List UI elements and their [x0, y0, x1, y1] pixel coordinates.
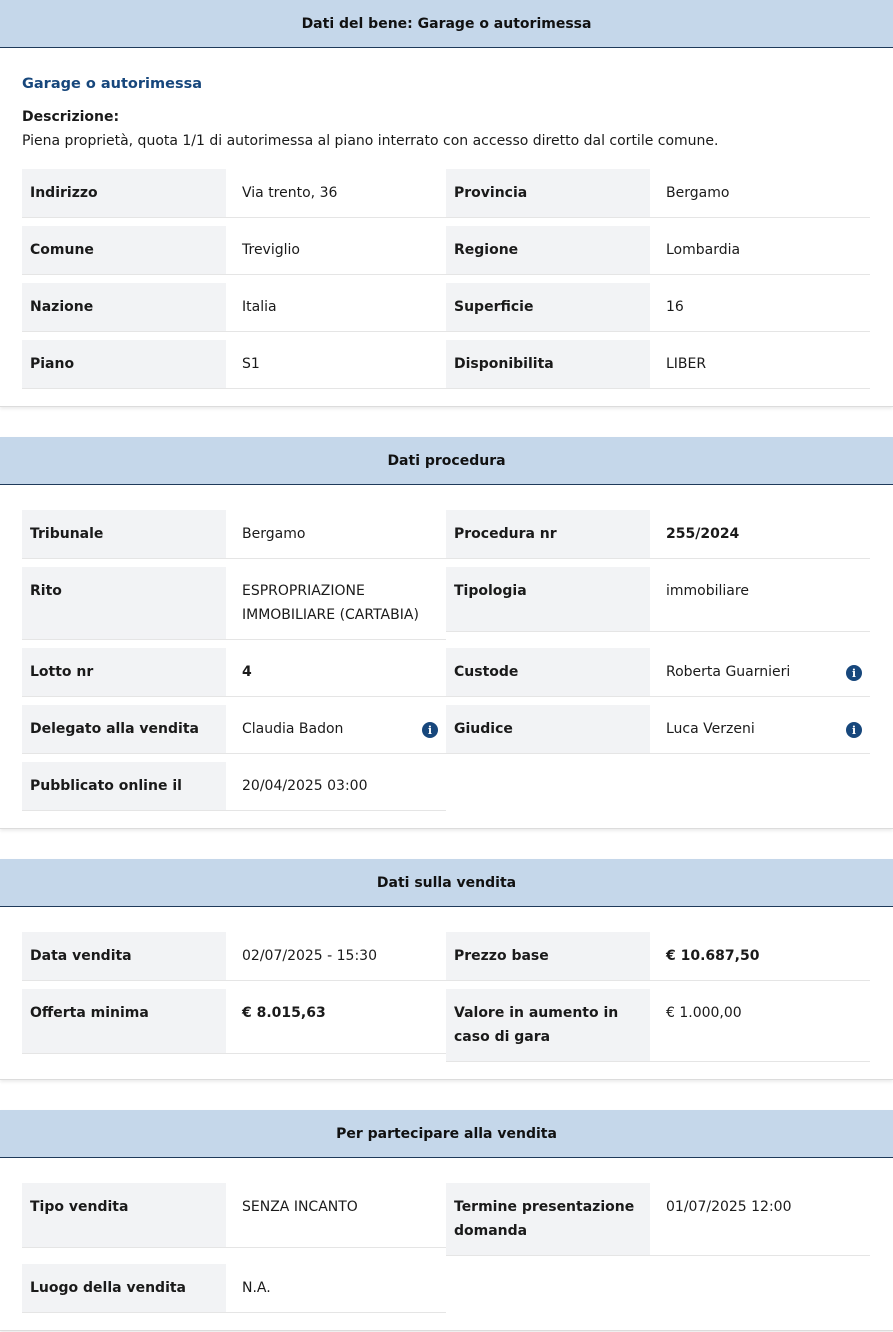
field-value: Italia	[242, 299, 277, 315]
section-dati-bene: Dati del bene: Garage o autorimessa Gara…	[0, 0, 893, 407]
field-luogo: Luogo della vendita N.A.	[22, 1264, 446, 1313]
field-indirizzo: Indirizzo Via trento, 36	[22, 169, 446, 218]
field-label: Luogo della vendita	[22, 1264, 226, 1312]
section-dati-vendita: Dati sulla vendita Data vendita 02/07/20…	[0, 859, 893, 1080]
field-prezzo-base: Prezzo base € 10.687,50	[446, 932, 870, 981]
field-value: 255/2024	[666, 526, 740, 542]
field-disponibilita: Disponibilita LIBER	[446, 340, 870, 389]
field-lotto-nr: Lotto nr 4	[22, 648, 446, 697]
field-value: 4	[242, 664, 252, 680]
field-value: Bergamo	[242, 526, 306, 542]
field-label: Valore in aumento in caso di gara	[446, 989, 650, 1061]
field-tipologia: Tipologia immobiliare	[446, 567, 870, 632]
field-label: Offerta minima	[22, 989, 226, 1053]
field-value: Roberta Guarnieri	[666, 664, 791, 680]
field-tribunale: Tribunale Bergamo	[22, 510, 446, 559]
field-label: Custode	[446, 648, 650, 696]
field-label: Prezzo base	[446, 932, 650, 980]
property-type-title: Garage o autorimessa	[22, 76, 203, 92]
field-value: N.A.	[242, 1280, 271, 1296]
field-label: Data vendita	[22, 932, 226, 980]
field-label: Pubblicato online il	[22, 762, 226, 810]
field-value-wrap: Luca Verzeni i	[650, 705, 870, 753]
info-icon[interactable]: i	[422, 722, 438, 738]
field-label: Regione	[446, 226, 650, 274]
info-icon[interactable]: i	[846, 722, 862, 738]
field-data-vendita: Data vendita 02/07/2025 - 15:30	[22, 932, 446, 981]
field-superficie: Superficie 16	[446, 283, 870, 332]
field-label: Procedura nr	[446, 510, 650, 558]
field-label: Lotto nr	[22, 648, 226, 696]
field-value-wrap: Roberta Guarnieri i	[650, 648, 870, 696]
field-procedura-nr: Procedura nr 255/2024	[446, 510, 870, 559]
field-tipo-vendita: Tipo vendita SENZA INCANTO	[22, 1183, 446, 1248]
field-value: € 10.687,50	[666, 948, 760, 964]
field-value-wrap: Claudia Badon i	[226, 705, 446, 753]
field-giudice: Giudice Luca Verzeni i	[446, 705, 870, 754]
field-label: Superficie	[446, 283, 650, 331]
field-custode: Custode Roberta Guarnieri i	[446, 648, 870, 697]
field-label: Rito	[22, 567, 226, 639]
field-nazione: Nazione Italia	[22, 283, 446, 332]
field-value: Via trento, 36	[242, 185, 338, 201]
field-piano: Piano S1	[22, 340, 446, 389]
field-value: Luca Verzeni	[666, 721, 755, 737]
section-title: Per partecipare alla vendita	[0, 1110, 893, 1158]
field-value: LIBER	[666, 356, 707, 372]
field-pubblicato: Pubblicato online il 20/04/2025 03:00	[22, 762, 446, 811]
field-label: Provincia	[446, 169, 650, 217]
field-label: Giudice	[446, 705, 650, 753]
field-delegato: Delegato alla vendita Claudia Badon i	[22, 705, 446, 754]
field-termine: Termine presentazione domanda 01/07/2025…	[446, 1183, 870, 1256]
field-value: € 1.000,00	[666, 1005, 742, 1021]
description-label: Descrizione:	[22, 109, 120, 125]
field-label: Disponibilita	[446, 340, 650, 388]
field-value: € 8.015,63	[242, 1005, 326, 1021]
field-valore-aumento: Valore in aumento in caso di gara € 1.00…	[446, 989, 870, 1062]
field-value: 16	[666, 299, 684, 315]
field-value: Treviglio	[242, 242, 300, 258]
field-rito: Rito ESPROPRIAZIONE IMMOBILIARE (CARTABI…	[22, 567, 446, 640]
field-value: 01/07/2025 12:00	[666, 1199, 792, 1215]
field-label: Piano	[22, 340, 226, 388]
section-title: Dati procedura	[0, 437, 893, 485]
field-regione: Regione Lombardia	[446, 226, 870, 275]
field-label: Tipologia	[446, 567, 650, 631]
field-value: 20/04/2025 03:00	[242, 778, 368, 794]
section-partecipare: Per partecipare alla vendita Tipo vendit…	[0, 1110, 893, 1331]
field-value: ESPROPRIAZIONE IMMOBILIARE (CARTABIA)	[242, 583, 419, 623]
field-label: Delegato alla vendita	[22, 705, 226, 753]
field-value: immobiliare	[666, 583, 749, 599]
field-label: Termine presentazione domanda	[446, 1183, 650, 1255]
field-comune: Comune Treviglio	[22, 226, 446, 275]
field-label: Tipo vendita	[22, 1183, 226, 1247]
field-value: Lombardia	[666, 242, 741, 258]
field-value: SENZA INCANTO	[242, 1199, 358, 1215]
section-title: Dati sulla vendita	[0, 859, 893, 907]
field-value: Claudia Badon	[242, 721, 344, 737]
field-provincia: Provincia Bergamo	[446, 169, 870, 218]
field-value: S1	[242, 356, 260, 372]
field-value: Bergamo	[666, 185, 730, 201]
section-dati-procedura: Dati procedura Tribunale Bergamo Procedu…	[0, 437, 893, 829]
field-label: Comune	[22, 226, 226, 274]
field-label: Nazione	[22, 283, 226, 331]
info-icon[interactable]: i	[846, 665, 862, 681]
field-value: 02/07/2025 - 15:30	[242, 948, 377, 964]
field-label: Indirizzo	[22, 169, 226, 217]
field-offerta-minima: Offerta minima € 8.015,63	[22, 989, 446, 1054]
description-text: Piena proprietà, quota 1/1 di autorimess…	[22, 133, 719, 149]
field-label: Tribunale	[22, 510, 226, 558]
section-title: Dati del bene: Garage o autorimessa	[0, 0, 893, 48]
